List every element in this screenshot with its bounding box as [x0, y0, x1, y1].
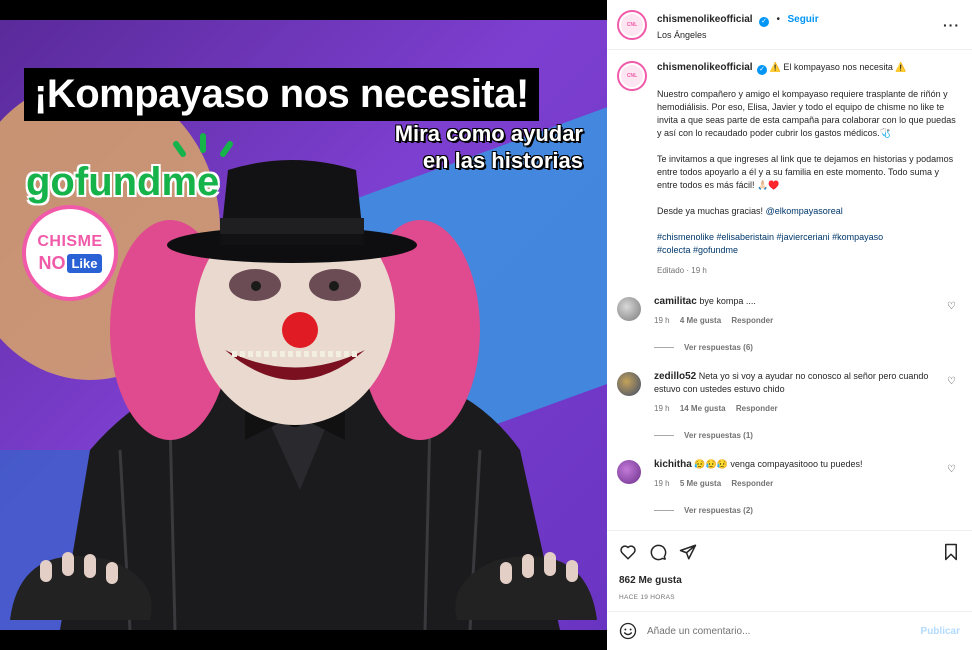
comment-item: camilitac bye kompa .... 19 h 4 Me gusta… [617, 295, 960, 327]
caption-paragraph: Nuestro compañero y amigo el kompayaso r… [657, 89, 956, 138]
save-bookmark-icon[interactable] [942, 543, 960, 561]
follow-button[interactable]: Seguir [787, 14, 818, 25]
post-side-panel: CNL chismenolikeofficial ✓ • Seguir Los … [607, 0, 972, 650]
heart-icon[interactable]: ♡ [947, 376, 956, 387]
post-comment-button[interactable]: Publicar [921, 626, 960, 637]
avatar[interactable]: CNL [617, 9, 647, 40]
comment-time: 19 h [654, 479, 670, 488]
hashtags[interactable]: #chismenolike #elisaberistain #javiercer… [657, 232, 883, 242]
reply-button[interactable]: Responder [736, 404, 778, 413]
comment-likes[interactable]: 14 Me gusta [680, 404, 726, 413]
reply-button[interactable]: Responder [731, 479, 773, 488]
comment-text: bye kompa .... [699, 296, 756, 306]
comment-likes[interactable]: 4 Me gusta [680, 316, 721, 325]
post-actions: 862 Me gusta HACE 19 HORAS [607, 530, 972, 601]
avatar[interactable] [617, 460, 641, 484]
view-replies-button[interactable]: Ver respuestas (2) [654, 506, 960, 515]
verified-badge-icon: ✓ [757, 65, 768, 75]
comment-username[interactable]: camilitac [654, 296, 697, 307]
separator: • [776, 14, 781, 25]
likes-count[interactable]: 862 Me gusta [619, 575, 960, 586]
comment-time: 19 h [654, 404, 670, 413]
gofundme-logo-icon [173, 133, 233, 157]
comment-username[interactable]: kichitha [654, 459, 692, 470]
share-icon[interactable] [679, 543, 697, 561]
location-link[interactable]: Los Ángeles [657, 30, 943, 40]
caption-paragraph: Te invitamos a que ingreses al link que … [657, 154, 954, 190]
heart-icon[interactable]: ♡ [947, 464, 956, 475]
like-heart-icon[interactable] [619, 543, 637, 561]
view-replies-button[interactable]: Ver respuestas (6) [654, 343, 960, 352]
comment-icon[interactable] [649, 543, 667, 561]
comment-item: kichitha 😥😥😥 venga compayasitooo tu pued… [617, 458, 960, 490]
view-replies-button[interactable]: Ver respuestas (1) [654, 431, 960, 440]
instagram-post-modal: ¡Kompayaso nos necesita! Mira como ayuda… [0, 0, 972, 650]
caption-paragraph: Desde ya muchas gracias! [657, 206, 766, 216]
image-headline: ¡Kompayaso nos necesita! [24, 68, 539, 121]
comment-username[interactable]: zedillo52 [654, 371, 696, 382]
mention-link[interactable]: @elkompayasoreal [766, 206, 843, 216]
avatar[interactable]: CNL [617, 61, 647, 91]
comment-item: zedillo52 Neta yo si voy a ayudar no con… [617, 370, 960, 415]
post-header: CNL chismenolikeofficial ✓ • Seguir Los … [607, 0, 972, 50]
comment-likes[interactable]: 5 Me gusta [680, 479, 721, 488]
comments-scroll[interactable]: CNL chismenolikeofficial ✓ ⚠️ El kompaya… [607, 51, 972, 529]
post-timestamp: HACE 19 HORAS [619, 594, 675, 601]
emoji-icon[interactable] [619, 622, 637, 640]
hashtags[interactable]: #colecta #gofundme [657, 245, 738, 255]
caption-title: ⚠️ El kompayaso nos necesita ⚠️ [769, 62, 907, 72]
more-icon[interactable]: ··· [943, 17, 960, 33]
avatar[interactable] [617, 372, 641, 396]
heart-icon[interactable]: ♡ [947, 301, 956, 312]
comment-text: Neta yo si voy a ayudar no conosco al se… [654, 371, 929, 394]
post-image[interactable]: ¡Kompayaso nos necesita! Mira como ayuda… [0, 20, 607, 630]
gofundme-logo: gofundme [26, 160, 220, 204]
post-caption: CNL chismenolikeofficial ✓ ⚠️ El kompaya… [617, 61, 960, 277]
comment-text: 😥😥😥 venga compayasitooo tu puedes! [694, 459, 863, 469]
image-subline: Mira como ayudar en las historias [394, 121, 583, 173]
header-username[interactable]: chismenolikeofficial [657, 14, 753, 25]
edited-timestamp: Editado · 19 h [657, 266, 707, 275]
add-comment-bar: Añade un comentario... Publicar [607, 611, 972, 650]
reply-button[interactable]: Responder [731, 316, 773, 325]
comment-input[interactable]: Añade un comentario... [647, 626, 921, 637]
caption-username[interactable]: chismenolikeofficial [657, 62, 753, 73]
avatar[interactable] [617, 297, 641, 321]
comment-time: 19 h [654, 316, 670, 325]
chismenolike-logo: CHISME NO Like [22, 205, 118, 301]
verified-badge-icon: ✓ [759, 17, 770, 27]
